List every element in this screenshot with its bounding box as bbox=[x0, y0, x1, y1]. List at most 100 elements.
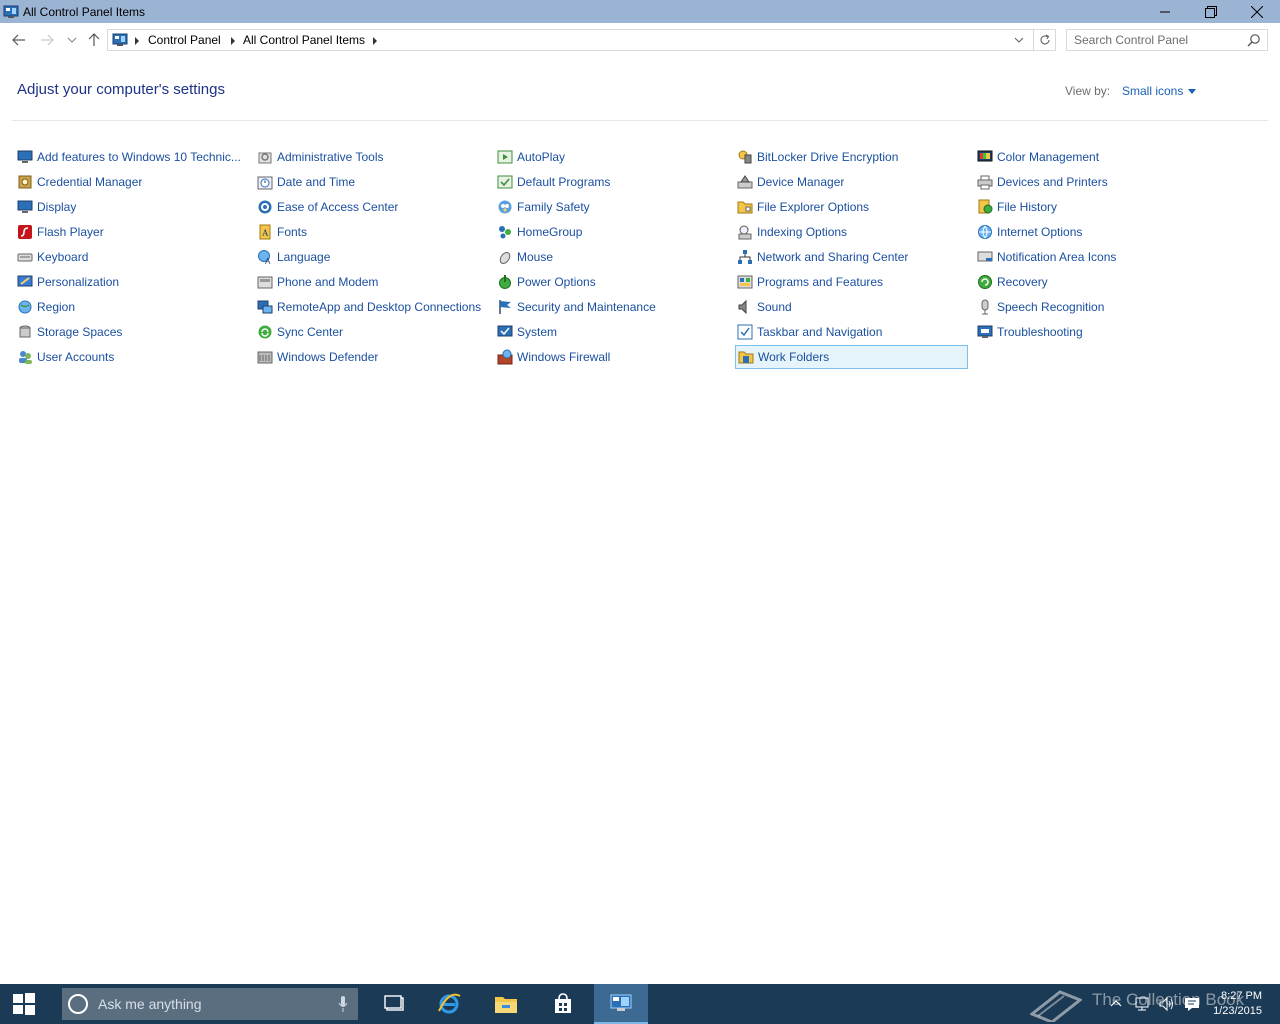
control-panel-item-devices-and-printers[interactable]: Devices and Printers bbox=[975, 170, 1209, 194]
control-panel-item-taskbar-and-navigation[interactable]: Taskbar and Navigation bbox=[735, 320, 969, 344]
view-by-dropdown[interactable]: Small icons bbox=[1122, 84, 1197, 98]
printer-icon[interactable] bbox=[977, 174, 993, 190]
internet-icon[interactable] bbox=[977, 224, 993, 240]
item-label[interactable]: Fonts bbox=[277, 225, 307, 239]
task-view-button[interactable] bbox=[368, 984, 422, 1024]
monitor-icon[interactable] bbox=[17, 199, 33, 215]
action-center-icon[interactable] bbox=[1184, 996, 1200, 1012]
control-panel-item-flash-player[interactable]: Flash Player bbox=[15, 220, 249, 244]
caret-down-icon[interactable] bbox=[1188, 88, 1197, 94]
defaultprog-icon[interactable] bbox=[497, 174, 513, 190]
item-label[interactable]: Windows Firewall bbox=[517, 350, 610, 364]
tools-icon[interactable] bbox=[257, 149, 273, 165]
close-button[interactable] bbox=[1234, 0, 1280, 23]
globe-icon[interactable] bbox=[17, 299, 33, 315]
control-panel-item-family-safety[interactable]: Family Safety bbox=[495, 195, 729, 219]
item-label[interactable]: Personalization bbox=[37, 275, 119, 289]
mouse-icon[interactable] bbox=[497, 249, 513, 265]
item-label[interactable]: BitLocker Drive Encryption bbox=[757, 150, 898, 164]
control-panel-item-work-folders[interactable]: Work Folders bbox=[735, 345, 968, 369]
item-label[interactable]: Ease of Access Center bbox=[277, 200, 398, 214]
clock-icon[interactable] bbox=[257, 174, 273, 190]
item-label[interactable]: Default Programs bbox=[517, 175, 610, 189]
item-label[interactable]: Work Folders bbox=[758, 350, 829, 364]
item-label[interactable]: Sound bbox=[757, 300, 792, 314]
bitlocker-icon[interactable] bbox=[737, 149, 753, 165]
refresh-button[interactable] bbox=[1033, 30, 1055, 50]
recovery-icon[interactable] bbox=[977, 274, 993, 290]
users-icon[interactable] bbox=[17, 349, 33, 365]
search-box[interactable] bbox=[1066, 29, 1268, 51]
folderopts-icon[interactable] bbox=[737, 199, 753, 215]
volume-icon[interactable] bbox=[1158, 996, 1174, 1012]
control-panel-item-file-explorer-options[interactable]: File Explorer Options bbox=[735, 195, 969, 219]
item-label[interactable]: Troubleshooting bbox=[997, 325, 1083, 339]
item-label[interactable]: Region bbox=[37, 300, 75, 314]
item-label[interactable]: Language bbox=[277, 250, 330, 264]
network-icon[interactable] bbox=[1134, 996, 1150, 1012]
address-bar[interactable]: Control Panel All Control Panel Items bbox=[107, 29, 1056, 51]
control-panel-item-homegroup[interactable]: HomeGroup bbox=[495, 220, 729, 244]
control-panel-item-bitlocker-drive-encryption[interactable]: BitLocker Drive Encryption bbox=[735, 145, 969, 169]
clock-date[interactable]: 1/23/2015 bbox=[1213, 1004, 1262, 1019]
phone-icon[interactable] bbox=[257, 274, 273, 290]
recent-locations-button[interactable] bbox=[64, 32, 80, 48]
power-icon[interactable] bbox=[497, 274, 513, 290]
view-by-value[interactable]: Small icons bbox=[1122, 84, 1183, 98]
control-panel-item-add-features-to-windows-10-technic[interactable]: Add features to Windows 10 Technic... bbox=[15, 145, 249, 169]
item-label[interactable]: Add features to Windows 10 Technic... bbox=[37, 150, 241, 164]
cortana-search-box[interactable]: Ask me anything bbox=[62, 988, 358, 1020]
system-icon[interactable] bbox=[497, 324, 513, 340]
clock-time[interactable]: 8:27 PM bbox=[1213, 989, 1262, 1004]
control-panel-item-windows-firewall[interactable]: Windows Firewall bbox=[495, 345, 729, 369]
item-label[interactable]: RemoteApp and Desktop Connections bbox=[277, 300, 481, 314]
history-icon[interactable] bbox=[977, 199, 993, 215]
control-panel-item-indexing-options[interactable]: Indexing Options bbox=[735, 220, 969, 244]
language-icon[interactable]: A bbox=[257, 249, 273, 266]
ease-icon[interactable] bbox=[257, 199, 273, 215]
speech-icon[interactable] bbox=[977, 299, 993, 315]
item-label[interactable]: Flash Player bbox=[37, 225, 104, 239]
taskbar-icon[interactable] bbox=[737, 324, 753, 340]
control-panel-item-date-and-time[interactable]: Date and Time bbox=[255, 170, 489, 194]
autoplay-icon[interactable] bbox=[497, 149, 513, 165]
item-label[interactable]: Keyboard bbox=[37, 250, 88, 264]
item-label[interactable]: User Accounts bbox=[37, 350, 114, 364]
microphone-icon[interactable] bbox=[338, 995, 348, 1013]
item-label[interactable]: HomeGroup bbox=[517, 225, 582, 239]
defender-icon[interactable] bbox=[257, 349, 273, 365]
control-panel-item-notification-area-icons[interactable]: Notification Area Icons bbox=[975, 245, 1209, 269]
item-label[interactable]: Notification Area Icons bbox=[997, 250, 1116, 264]
control-panel-taskbar-button[interactable] bbox=[594, 984, 648, 1024]
control-panel-item-phone-and-modem[interactable]: Phone and Modem bbox=[255, 270, 489, 294]
control-panel-item-credential-manager[interactable]: Credential Manager bbox=[15, 170, 249, 194]
control-panel-item-remoteapp-and-desktop-connections[interactable]: RemoteApp and Desktop Connections bbox=[255, 295, 489, 319]
internet-explorer-button[interactable] bbox=[422, 984, 476, 1024]
devmgr-icon[interactable] bbox=[737, 174, 753, 190]
flag-icon[interactable] bbox=[497, 299, 513, 315]
item-label[interactable]: File Explorer Options bbox=[757, 200, 869, 214]
remote-icon[interactable] bbox=[257, 299, 273, 315]
control-panel-item-speech-recognition[interactable]: Speech Recognition bbox=[975, 295, 1209, 319]
item-label[interactable]: System bbox=[517, 325, 557, 339]
control-panel-item-ease-of-access-center[interactable]: Ease of Access Center bbox=[255, 195, 489, 219]
breadcrumb-control-panel[interactable]: Control Panel bbox=[148, 33, 221, 47]
item-label[interactable]: Credential Manager bbox=[37, 175, 142, 189]
item-label[interactable]: Mouse bbox=[517, 250, 553, 264]
paint-icon[interactable] bbox=[17, 274, 33, 290]
item-label[interactable]: Security and Maintenance bbox=[517, 300, 656, 314]
item-label[interactable]: Indexing Options bbox=[757, 225, 847, 239]
item-label[interactable]: AutoPlay bbox=[517, 150, 565, 164]
breadcrumb-arrow-icon[interactable] bbox=[371, 35, 379, 45]
item-label[interactable]: Phone and Modem bbox=[277, 275, 378, 289]
breadcrumb-arrow-icon[interactable] bbox=[229, 35, 237, 45]
control-panel-item-storage-spaces[interactable]: Storage Spaces bbox=[15, 320, 249, 344]
file-explorer-button[interactable] bbox=[479, 984, 533, 1024]
control-panel-item-windows-defender[interactable]: Windows Defender bbox=[255, 345, 489, 369]
control-panel-item-troubleshooting[interactable]: Troubleshooting bbox=[975, 320, 1209, 344]
sync-icon[interactable] bbox=[257, 324, 273, 340]
control-panel-item-keyboard[interactable]: Keyboard bbox=[15, 245, 249, 269]
control-panel-item-region[interactable]: Region bbox=[15, 295, 249, 319]
item-label[interactable]: Device Manager bbox=[757, 175, 844, 189]
control-panel-item-user-accounts[interactable]: User Accounts bbox=[15, 345, 249, 369]
